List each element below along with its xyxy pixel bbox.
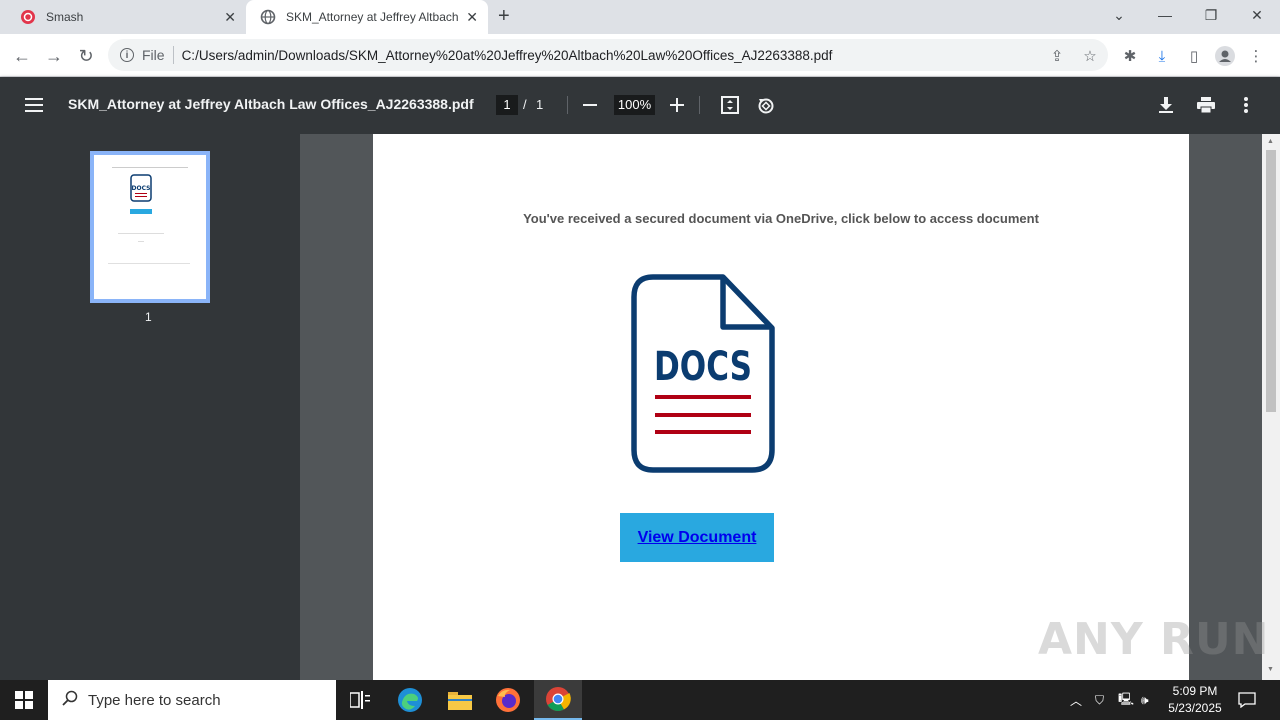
notification-icon[interactable]: [1238, 680, 1256, 720]
globe-icon: [260, 9, 276, 25]
zoom-input[interactable]: 100%: [614, 95, 655, 115]
edge-icon[interactable]: [386, 680, 434, 720]
divider: [172, 46, 174, 64]
minimize-button[interactable]: —: [1142, 0, 1188, 30]
search-placeholder: Type here to search: [88, 691, 221, 709]
scrollbar[interactable]: ▲ ▼: [1262, 134, 1280, 680]
star-icon[interactable]: ☆: [1080, 46, 1100, 66]
sidepanel-icon[interactable]: ▯: [1184, 46, 1204, 66]
thumbnail-sidebar: DOCS 1: [0, 134, 300, 680]
anyrun-watermark: ANY RUN: [1038, 614, 1270, 665]
clock-date: 5/23/2025: [1168, 701, 1222, 715]
more-options-icon[interactable]: [1235, 94, 1257, 116]
view-document-link[interactable]: View Document: [638, 529, 757, 547]
reload-button[interactable]: ↻: [74, 44, 98, 68]
pdf-viewport: You've received a secured document via O…: [300, 134, 1280, 680]
toolbar: ← → ↻ i File C:/Users/admin/Downloads/SK…: [0, 34, 1280, 77]
network-icon[interactable]: 🖳: [1118, 680, 1134, 720]
forward-button[interactable]: →: [42, 44, 66, 68]
close-window-button[interactable]: ✕: [1234, 0, 1280, 30]
thumbnail-preview: DOCS: [108, 167, 190, 264]
share-icon[interactable]: ⇪: [1047, 46, 1067, 66]
tab-strip: Smash ✕ SKM_Attorney at Jeffrey Altbach …: [0, 0, 1280, 34]
profile-icon[interactable]: [1215, 46, 1235, 66]
url-scheme: File: [142, 47, 165, 63]
task-view-icon[interactable]: [336, 680, 384, 720]
clock-time: 5:09 PM: [1172, 684, 1218, 698]
address-bar[interactable]: i File C:/Users/admin/Downloads/SKM_Atto…: [108, 39, 1108, 71]
divider: [699, 96, 700, 114]
extensions-icon[interactable]: ✱: [1120, 46, 1140, 66]
tab-title: SKM_Attorney at Jeffrey Altbach: [286, 10, 458, 24]
scroll-up-icon[interactable]: ▲: [1267, 138, 1274, 145]
docs-label: DOCS: [654, 344, 752, 390]
file-explorer-icon[interactable]: [436, 680, 484, 720]
url-text[interactable]: C:/Users/admin/Downloads/SKM_Attorney%20…: [182, 48, 833, 63]
page-thumbnail[interactable]: DOCS: [90, 151, 210, 303]
chevron-down-icon[interactable]: ⌄: [1096, 0, 1142, 30]
document-message: You've received a secured document via O…: [523, 211, 1039, 226]
download-icon[interactable]: [1155, 94, 1177, 116]
zoom-in-icon[interactable]: [666, 94, 688, 116]
scrollbar-thumb[interactable]: [1266, 150, 1276, 412]
menu-icon[interactable]: ⋮: [1246, 46, 1266, 66]
hamburger-icon[interactable]: [23, 94, 45, 116]
page-separator: /: [523, 97, 527, 112]
scroll-down-icon[interactable]: ▼: [1267, 666, 1274, 673]
restore-button[interactable]: ❐: [1188, 0, 1234, 30]
tab-pdf[interactable]: SKM_Attorney at Jeffrey Altbach ✕: [246, 0, 488, 34]
divider: [567, 96, 568, 114]
download-icon[interactable]: ⤓: [1152, 46, 1172, 66]
pdf-title: SKM_Attorney at Jeffrey Altbach Law Offi…: [68, 96, 474, 112]
chevron-up-icon[interactable]: ︿: [1070, 680, 1082, 720]
pdf-toolbar: SKM_Attorney at Jeffrey Altbach Law Offi…: [0, 77, 1280, 134]
windows-start-icon[interactable]: [0, 680, 48, 720]
fit-page-icon[interactable]: [719, 94, 741, 116]
close-icon[interactable]: ✕: [466, 9, 478, 26]
thumbnail-page-label: 1: [145, 310, 152, 324]
total-pages: 1: [536, 97, 544, 112]
taskbar: Type here to search ︿ ⛉ 🖳 🕪 5:09 PM 5/23…: [0, 680, 1280, 720]
info-icon[interactable]: i: [120, 48, 134, 62]
taskbar-search[interactable]: Type here to search: [48, 680, 336, 720]
close-icon[interactable]: ✕: [224, 9, 236, 26]
tab-title: Smash: [46, 10, 84, 24]
back-button[interactable]: ←: [10, 44, 34, 68]
page-number-input[interactable]: 1: [496, 95, 518, 115]
svg-text:DOCS: DOCS: [132, 185, 151, 192]
tab-smash[interactable]: Smash ✕: [8, 0, 246, 34]
firefox-icon[interactable]: [484, 680, 532, 720]
chrome-icon[interactable]: [534, 680, 582, 720]
document-icon: DOCS: [631, 274, 777, 479]
smash-icon: [20, 9, 36, 25]
volume-icon[interactable]: 🕪: [1141, 680, 1149, 720]
system-clock[interactable]: 5:09 PM 5/23/2025: [1160, 683, 1230, 717]
defender-icon[interactable]: ⛉: [1095, 680, 1104, 720]
rotate-icon[interactable]: [755, 94, 777, 116]
new-tab-button[interactable]: +: [498, 5, 510, 28]
search-icon: [62, 690, 78, 710]
view-document-button[interactable]: View Document: [620, 513, 774, 562]
print-icon[interactable]: [1195, 94, 1217, 116]
pdf-page: You've received a secured document via O…: [373, 134, 1189, 680]
zoom-out-icon[interactable]: [579, 94, 601, 116]
